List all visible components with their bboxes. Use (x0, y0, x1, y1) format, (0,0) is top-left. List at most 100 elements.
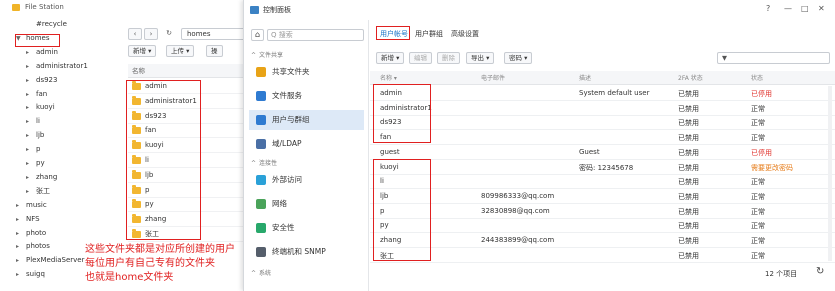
maximize-icon[interactable]: □ (801, 4, 809, 13)
tree-item[interactable]: ▸ kuoyi (26, 101, 55, 114)
column-name[interactable]: 名称 ▾ (380, 73, 397, 82)
column-email[interactable]: 电子邮件 (481, 73, 505, 82)
tree-item[interactable]: ▸ PlexMediaServer (16, 254, 84, 267)
file-row[interactable]: li (128, 153, 250, 168)
table-row[interactable]: ds923 已禁用 正常 (370, 115, 835, 131)
tree-item[interactable]: ▸ fan (26, 88, 47, 101)
chevron-right-icon[interactable]: ▸ (16, 240, 26, 253)
sidebar-item[interactable]: 用户与群组 (249, 110, 364, 130)
table-row[interactable]: administrator1 已禁用 正常 (370, 101, 835, 116)
chevron-right-icon[interactable]: ▸ (26, 185, 36, 198)
back-button[interactable]: ‹ (128, 28, 142, 40)
table-row[interactable]: zhang 244383899@qq.com 已禁用 正常 (370, 233, 835, 248)
sidebar-item[interactable]: 外部访问 (249, 170, 364, 190)
tree-item[interactable]: ▸ py (26, 157, 45, 170)
file-row[interactable]: zhang (128, 212, 250, 228)
tree-item[interactable]: ▸ music (16, 199, 47, 212)
chevron-right-icon[interactable]: ▸ (26, 143, 36, 156)
edit-button[interactable]: 编辑 (409, 52, 432, 64)
file-list-header-name[interactable]: 名称 (128, 64, 250, 78)
tree-item[interactable]: ▸ p (26, 143, 40, 156)
upload-button[interactable]: 上传 ▾ (166, 45, 195, 57)
table-row[interactable]: fan 已禁用 正常 (370, 130, 835, 146)
tree-item[interactable]: ▸ ljb (26, 129, 44, 142)
table-row[interactable]: ljb 809986333@qq.com 已禁用 正常 (370, 189, 835, 204)
tree-item[interactable]: ▸ 张工 (26, 185, 50, 198)
file-row[interactable]: admin (128, 79, 250, 94)
forward-button[interactable]: › (144, 28, 158, 40)
file-row[interactable]: ds923 (128, 109, 250, 124)
column-2fa[interactable]: 2FA 状态 (678, 73, 703, 82)
chevron-right-icon[interactable]: ▸ (16, 199, 26, 212)
tree-item[interactable]: ▸ NFS (16, 213, 40, 226)
chevron-right-icon[interactable]: ▸ (16, 227, 26, 240)
help-icon[interactable]: ? (766, 4, 770, 13)
tree-item[interactable]: ▼ homes (16, 32, 50, 45)
chevron-right-icon[interactable]: ▸ (16, 268, 26, 281)
new-button[interactable]: 新增 ▾ (128, 45, 157, 57)
file-row[interactable]: fan (128, 123, 250, 139)
file-row[interactable]: administrator1 (128, 94, 250, 109)
section-system[interactable]: ^ 系统 (251, 268, 271, 277)
tree-item[interactable]: ▸ suigq (16, 268, 45, 281)
tree-item[interactable]: ▸ photos (16, 240, 50, 253)
table-row[interactable]: li 已禁用 正常 (370, 174, 835, 190)
chevron-right-icon[interactable]: ▸ (26, 46, 36, 59)
tab-groups[interactable]: 用户群组 (415, 29, 443, 39)
file-row[interactable]: py (128, 197, 250, 213)
sidebar-item[interactable]: 终端机和 SNMP (249, 242, 364, 262)
password-button[interactable]: 密码 ▾ (504, 52, 533, 64)
tree-item[interactable]: ▸ li (26, 115, 40, 128)
table-row[interactable]: guest Guest 已禁用 已停用 (370, 145, 835, 160)
refresh-icon[interactable]: ↻ (816, 266, 824, 277)
chevron-right-icon[interactable]: ▸ (26, 60, 36, 73)
chevron-right-icon[interactable]: ▸ (26, 171, 36, 184)
sidebar-item[interactable]: 文件服务 (249, 86, 364, 106)
section-file-sharing[interactable]: ^ 文件共享 (251, 50, 283, 59)
column-status[interactable]: 状态 (751, 73, 763, 82)
file-row[interactable]: ljb (128, 168, 250, 183)
tab-advanced[interactable]: 高级设置 (451, 29, 479, 39)
sidebar-item[interactable]: 安全性 (249, 218, 364, 238)
chevron-down-icon[interactable]: ▼ (16, 32, 26, 45)
sidebar-item[interactable]: 域/LDAP (249, 134, 364, 154)
export-button[interactable]: 导出 ▾ (466, 52, 495, 64)
sidebar-search-input[interactable]: Q 搜索 (267, 29, 364, 41)
action-button[interactable]: 操 (206, 45, 223, 57)
section-connectivity[interactable]: ^ 连接性 (251, 158, 277, 167)
filter-button[interactable]: ▼ (717, 52, 830, 64)
column-description[interactable]: 描述 (579, 73, 591, 82)
table-row[interactable]: 张工 已禁用 正常 (370, 248, 835, 263)
table-scrollbar[interactable] (828, 86, 832, 261)
sidebar-item[interactable]: 共享文件夹 (249, 62, 364, 82)
delete-button[interactable]: 删除 (437, 52, 460, 64)
chevron-right-icon[interactable]: ▸ (26, 129, 36, 142)
chevron-right-icon[interactable]: ▸ (26, 157, 36, 170)
file-row[interactable]: 张工 (128, 227, 250, 242)
file-row[interactable]: kuoyi (128, 138, 250, 154)
table-row[interactable]: kuoyi 密码: 12345678 已禁用 需要更改密码 (370, 160, 835, 175)
chevron-right-icon[interactable]: ▸ (16, 213, 26, 226)
tree-item[interactable]: ▸ ds923 (26, 74, 57, 87)
tree-item[interactable]: ▸ administrator1 (26, 60, 88, 73)
tree-item[interactable]: #recycle (26, 18, 67, 31)
chevron-right-icon[interactable]: ▸ (26, 74, 36, 87)
chevron-right-icon[interactable]: ▸ (26, 101, 36, 114)
tab-users[interactable]: 用户帐号 (380, 29, 408, 39)
chevron-right-icon[interactable]: ▸ (26, 115, 36, 128)
path-field[interactable]: homes (181, 28, 250, 40)
table-row[interactable]: py 已禁用 正常 (370, 218, 835, 234)
chevron-right-icon[interactable]: ▸ (26, 88, 36, 101)
close-icon[interactable]: ✕ (818, 4, 825, 13)
table-row[interactable]: admin System default user 已禁用 已停用 (370, 86, 835, 101)
sidebar-item[interactable]: 网络 (249, 194, 364, 214)
tree-item[interactable]: ▸ admin (26, 46, 58, 59)
home-button[interactable]: ⌂ (251, 29, 264, 41)
table-row[interactable]: p 32830898@qq.com 已禁用 正常 (370, 204, 835, 219)
chevron-right-icon[interactable]: ▸ (16, 254, 26, 267)
tree-item[interactable]: ▸ zhang (26, 171, 57, 184)
refresh-button[interactable]: ↻ (162, 28, 176, 40)
new-user-button[interactable]: 新增 ▾ (376, 52, 405, 64)
minimize-icon[interactable]: — (784, 4, 792, 13)
file-row[interactable]: p (128, 183, 250, 198)
